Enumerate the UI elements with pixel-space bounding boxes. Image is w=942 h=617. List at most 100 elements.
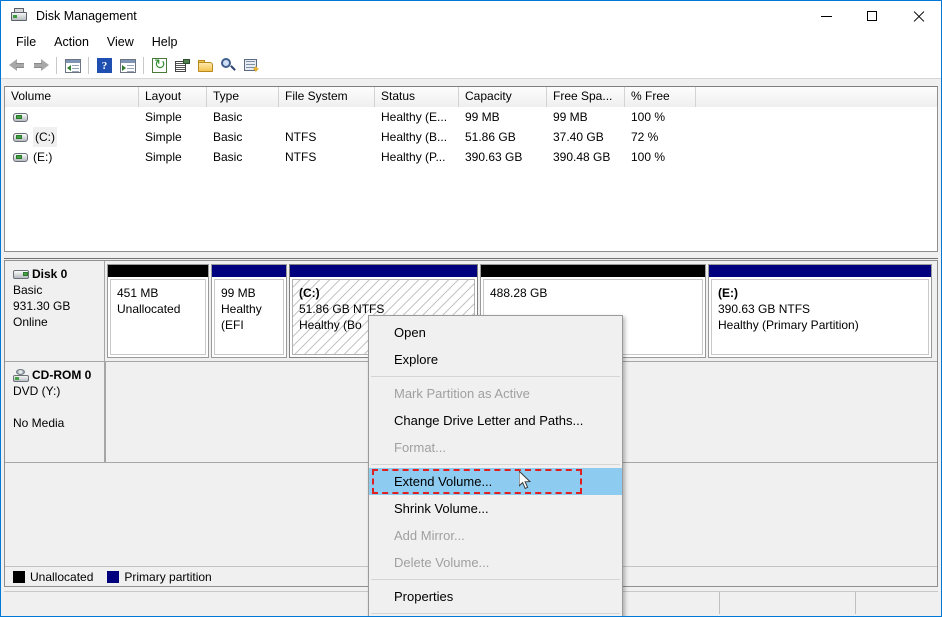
table-row[interactable]: Simple Basic Healthy (E... 99 MB 99 MB 1… [5, 107, 937, 127]
cell-layout: Simple [139, 127, 207, 147]
help-icon[interactable]: ? [93, 55, 116, 77]
volume-list: Volume Layout Type File System Status Ca… [4, 86, 938, 252]
context-menu-item-open[interactable]: Open [369, 319, 622, 346]
column-header-status[interactable]: Status [375, 87, 459, 107]
disk-icon [13, 269, 30, 280]
cell-free-space: 37.40 GB [547, 127, 625, 147]
partition-status: Unallocated [117, 301, 201, 317]
cd-rom-drive-letter: DVD (Y:) [13, 383, 104, 399]
partition-body: 99 MB Healthy (EFI [214, 279, 284, 355]
partition-color-bar [709, 265, 931, 277]
menu-action[interactable]: Action [45, 33, 98, 51]
context-menu-item-extend-volume-label: Extend Volume... [394, 474, 492, 489]
forward-arrow-icon[interactable] [29, 55, 52, 77]
disk-name: Disk 0 [32, 267, 67, 281]
disk-header-cd-rom-0[interactable]: CD-ROM 0 DVD (Y:) No Media [5, 362, 105, 462]
table-row[interactable]: (C:) Simple Basic NTFS Healthy (B... 51.… [5, 127, 937, 147]
cell-capacity: 390.63 GB [459, 147, 547, 167]
settings-icon[interactable]: ✦ [240, 55, 263, 77]
cell-file-system: NTFS [279, 127, 375, 147]
search-icon[interactable] [217, 55, 240, 77]
partition-e[interactable]: (E:) 390.63 GB NTFS Healthy (Primary Par… [708, 264, 932, 358]
context-menu-item-mark-partition-as-active: Mark Partition as Active [369, 380, 622, 407]
cell-capacity: 51.86 GB [459, 127, 547, 147]
context-menu-item-add-mirror: Add Mirror... [369, 522, 622, 549]
close-button[interactable] [895, 1, 941, 31]
menu-view[interactable]: View [98, 33, 143, 51]
partition-body: 451 MB Unallocated [110, 279, 206, 355]
cd-rom-blank-line [13, 399, 104, 415]
partition-unallocated-451mb[interactable]: 451 MB Unallocated [107, 264, 209, 358]
column-header-file-system[interactable]: File System [279, 87, 375, 107]
table-row[interactable]: (E:) Simple Basic NTFS Healthy (P... 390… [5, 147, 937, 167]
partition-status: Healthy (Primary Partition) [718, 317, 924, 333]
legend-swatch-primary-partition [107, 571, 119, 583]
volume-list-header: Volume Layout Type File System Status Ca… [5, 87, 937, 107]
cell-free-space: 390.48 GB [547, 147, 625, 167]
refresh-icon[interactable] [148, 55, 171, 77]
partition-size: 99 MB [221, 285, 279, 301]
menu-help[interactable]: Help [143, 33, 187, 51]
context-menu-separator [371, 579, 620, 580]
show-hide-console-tree-icon[interactable] [116, 55, 139, 77]
column-header-free-space[interactable]: Free Spa... [547, 87, 625, 107]
cell-type: Basic [207, 147, 279, 167]
cell-status: Healthy (E... [375, 107, 459, 127]
partition-color-bar [481, 265, 705, 277]
partition-body: (E:) 390.63 GB NTFS Healthy (Primary Par… [711, 279, 929, 355]
context-menu-item-properties[interactable]: Properties [369, 583, 622, 610]
horizontal-splitter[interactable] [4, 253, 938, 259]
cell-file-system: NTFS [279, 147, 375, 167]
cell-percent-free: 72 % [625, 127, 696, 147]
column-header-volume[interactable]: Volume [5, 87, 139, 107]
column-header-capacity[interactable]: Capacity [459, 87, 547, 107]
cell-volume: (E:) [5, 147, 139, 167]
legend-swatch-unallocated [13, 571, 25, 583]
context-menu-item-explore[interactable]: Explore [369, 346, 622, 373]
window-title: Disk Management [36, 9, 137, 23]
cell-layout: Simple [139, 107, 207, 127]
context-menu: Open Explore Mark Partition as Active Ch… [368, 315, 623, 617]
legend-item-primary-partition: Primary partition [107, 570, 211, 584]
cell-volume [5, 107, 139, 127]
column-header-layout[interactable]: Layout [139, 87, 207, 107]
column-header-filler [696, 87, 937, 107]
window-controls [803, 1, 941, 31]
partition-color-bar [212, 265, 286, 277]
legend-label-primary-partition: Primary partition [124, 570, 211, 584]
properties-icon[interactable] [171, 55, 194, 77]
open-folder-icon[interactable] [194, 55, 217, 77]
cd-rom-icon [13, 369, 30, 382]
status-bar-segment-2 [720, 592, 856, 614]
partition-size: 390.63 GB NTFS [718, 301, 924, 317]
context-menu-item-shrink-volume[interactable]: Shrink Volume... [369, 495, 622, 522]
partition-efi-99mb[interactable]: 99 MB Healthy (EFI [211, 264, 287, 358]
cell-type: Basic [207, 127, 279, 147]
toolbar-separator [56, 57, 57, 74]
partition-color-bar [108, 265, 208, 277]
cell-free-space: 99 MB [547, 107, 625, 127]
toolbar-separator [143, 57, 144, 74]
volume-drive-icon [13, 112, 29, 123]
context-menu-item-extend-volume[interactable]: Extend Volume... [369, 468, 622, 495]
menu-file[interactable]: File [7, 33, 45, 51]
minimize-button[interactable] [803, 1, 849, 31]
cell-file-system [279, 107, 375, 127]
column-header-percent-free[interactable]: % Free [625, 87, 696, 107]
partition-status: Healthy (EFI [221, 301, 279, 333]
cell-status: Healthy (P... [375, 147, 459, 167]
partition-label: (C:) [299, 285, 470, 301]
volume-label: (E:) [33, 147, 52, 167]
context-menu-separator [371, 613, 620, 614]
up-one-level-icon[interactable] [61, 55, 84, 77]
volume-drive-icon [13, 152, 29, 163]
context-menu-separator [371, 464, 620, 465]
cell-percent-free: 100 % [625, 147, 696, 167]
back-arrow-icon[interactable] [6, 55, 29, 77]
context-menu-item-change-drive-letter-and-paths[interactable]: Change Drive Letter and Paths... [369, 407, 622, 434]
toolbar-separator [88, 57, 89, 74]
disk-type: Basic [13, 282, 104, 298]
column-header-type[interactable]: Type [207, 87, 279, 107]
maximize-button[interactable] [849, 1, 895, 31]
disk-header-disk-0[interactable]: Disk 0 Basic 931.30 GB Online [5, 261, 105, 361]
